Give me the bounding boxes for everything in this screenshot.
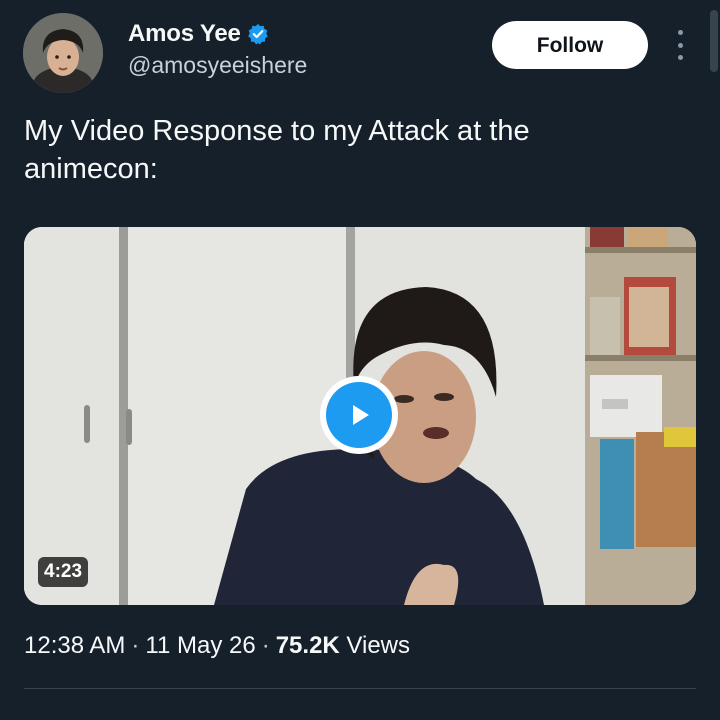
avatar-photo [23,13,103,93]
meta-separator: · [131,632,140,659]
more-dot [677,30,683,35]
views-label: Views [346,632,411,659]
play-icon [326,382,392,448]
tweet-detail-page: Amos Yee @amosyeeishere Follow My Video … [0,0,720,720]
views-count: 75.2K [275,632,340,659]
video-player[interactable]: 4:23 [24,227,696,605]
divider [24,688,696,689]
tweet-metadata: 12:38 AM · 11 May 26 · 75.2K Views [24,632,410,660]
more-vertical-icon[interactable] [668,30,692,60]
verified-badge-icon [247,23,269,45]
scrollbar[interactable] [710,10,718,72]
meta-separator: · [261,632,270,659]
author-name[interactable]: Amos Yee [128,20,241,48]
tweet-time[interactable]: 12:38 AM [24,632,125,659]
author-handle[interactable]: @amosyeeishere [128,52,307,79]
tweet-date[interactable]: 11 May 26 [145,632,255,659]
more-dot [677,55,683,60]
follow-button[interactable]: Follow [492,21,648,69]
author-name-row: Amos Yee [128,20,269,48]
video-duration-badge: 4:23 [38,557,89,587]
more-dot [677,42,683,48]
play-button[interactable] [320,376,398,454]
avatar[interactable] [23,13,103,93]
tweet-text: My Video Response to my Attack at the an… [24,115,530,185]
